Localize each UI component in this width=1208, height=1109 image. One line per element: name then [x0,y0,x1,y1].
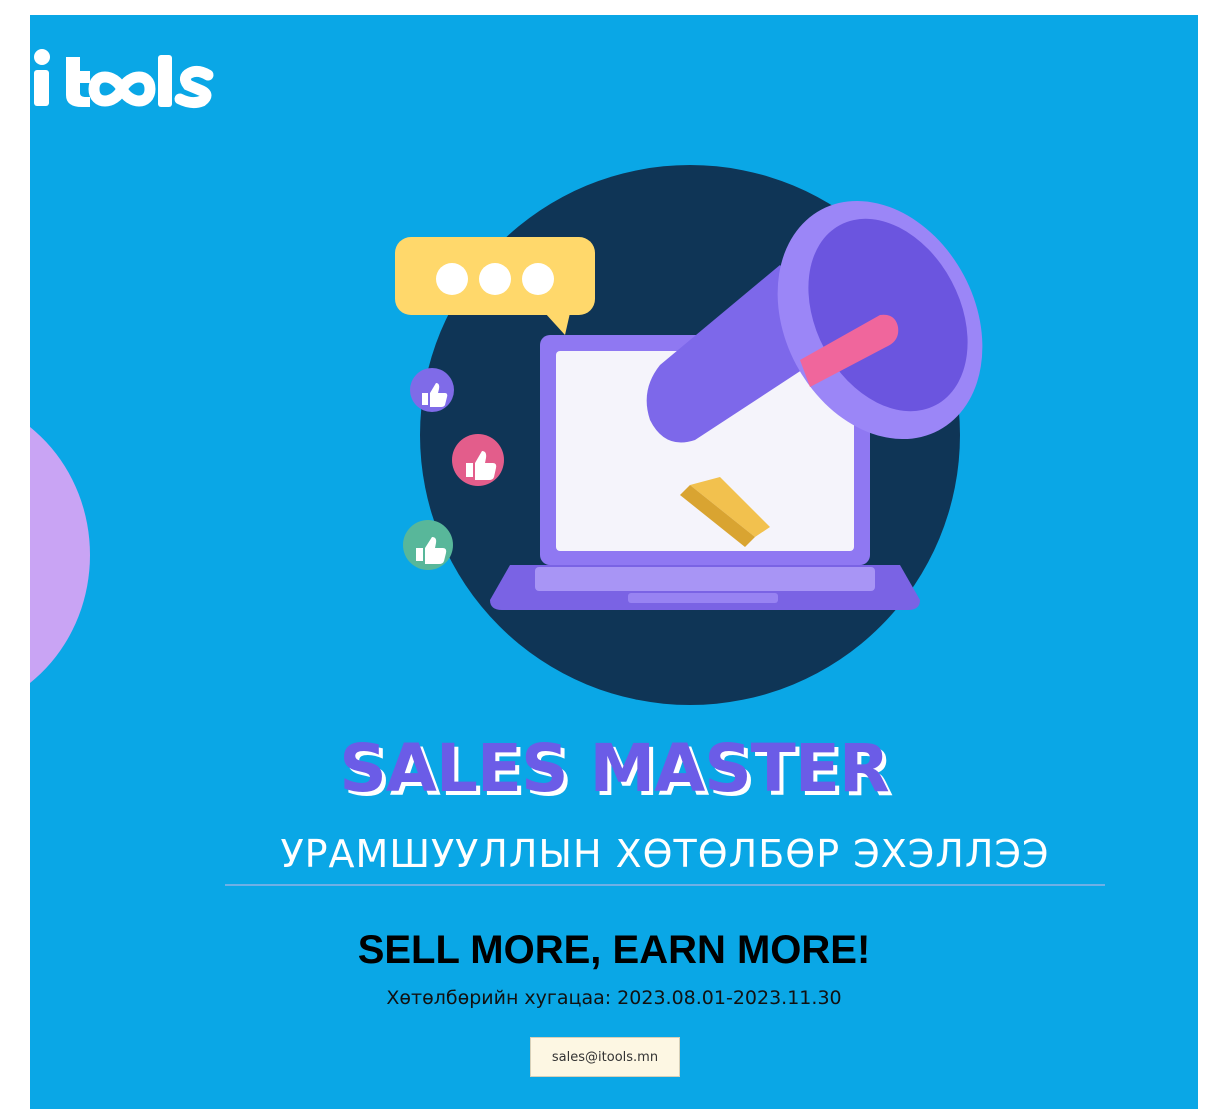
itools-logo [34,49,214,109]
program-period: Хөтөлбөрийн хугацаа: 2023.08.01-2023.11.… [386,987,842,1009]
subheadline: УРАМШУУЛЛЫН ХӨТӨЛБӨР ЭХЭЛЛЭЭ [225,832,1105,886]
email-link[interactable]: sales@itools.mn [530,1037,680,1077]
decorative-blob [30,395,90,715]
slogan: SELL MORE, EARN MORE! [357,928,871,972]
thumbs-up-icon [403,520,453,570]
marketing-illustration [395,165,983,705]
thumbs-up-icon [452,434,504,486]
promo-poster: SALES MASTER УРАМШУУЛЛЫН ХӨТӨЛБӨР ЭХЭЛЛЭ… [30,15,1198,1109]
thumbs-up-icon [410,368,454,412]
headline: SALES MASTER [339,730,889,807]
